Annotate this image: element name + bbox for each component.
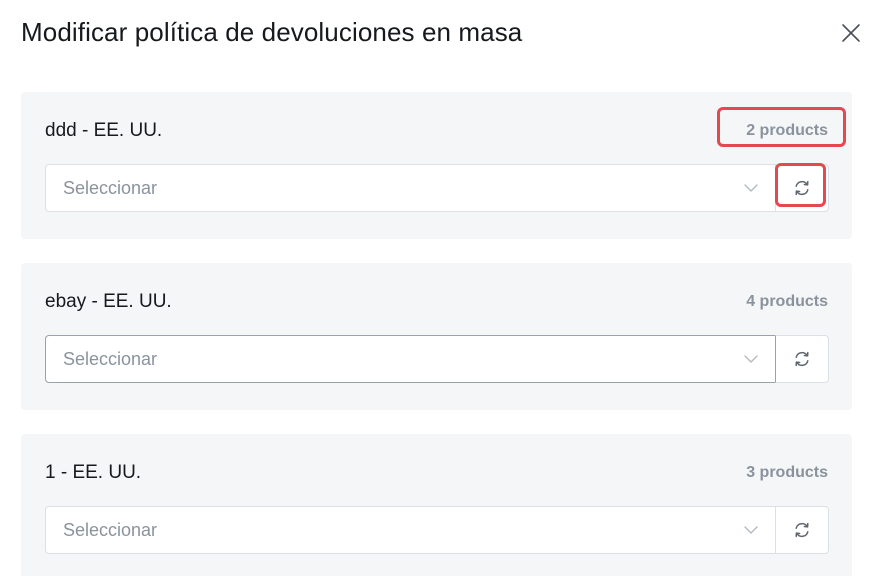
chevron-down-icon [744, 184, 758, 192]
modal-header: Modificar política de devoluciones en ma… [0, 0, 882, 66]
store-name: ddd - EE. UU. [45, 120, 163, 141]
select-placeholder: Seleccionar [63, 349, 158, 369]
select-placeholder: Seleccionar [63, 520, 158, 540]
return-policy-select[interactable]: Seleccionar [45, 164, 775, 212]
return-policy-select[interactable]: Seleccionar [45, 506, 775, 554]
return-policy-select-group: Seleccionar [45, 335, 829, 383]
refresh-button[interactable] [775, 335, 829, 383]
return-policy-select[interactable]: Seleccionar [45, 335, 775, 383]
refresh-button[interactable] [775, 506, 829, 554]
select-placeholder: Seleccionar [63, 178, 158, 198]
store-name: 1 - EE. UU. [45, 462, 142, 483]
store-card: ebay - EE. UU. 4 products Seleccionar [21, 263, 852, 410]
close-button[interactable] [838, 20, 864, 46]
product-count: 3 products [746, 464, 828, 481]
chevron-down-icon [744, 355, 758, 363]
close-icon [842, 24, 860, 42]
store-card: ddd - EE. UU. 2 products Seleccionar [21, 92, 852, 239]
refresh-icon [795, 180, 809, 196]
product-count: 2 products [746, 122, 828, 139]
refresh-button[interactable] [775, 164, 829, 212]
chevron-down-icon [744, 526, 758, 534]
refresh-icon [795, 522, 809, 538]
store-name: ebay - EE. UU. [45, 291, 172, 312]
return-policy-select-group: Seleccionar [45, 506, 829, 554]
store-card: 1 - EE. UU. 3 products Seleccionar [21, 434, 852, 576]
product-count: 4 products [746, 293, 828, 310]
modal-title: Modificar política de devoluciones en ma… [21, 17, 523, 47]
refresh-icon [795, 351, 809, 367]
return-policy-select-group: Seleccionar [45, 164, 829, 212]
